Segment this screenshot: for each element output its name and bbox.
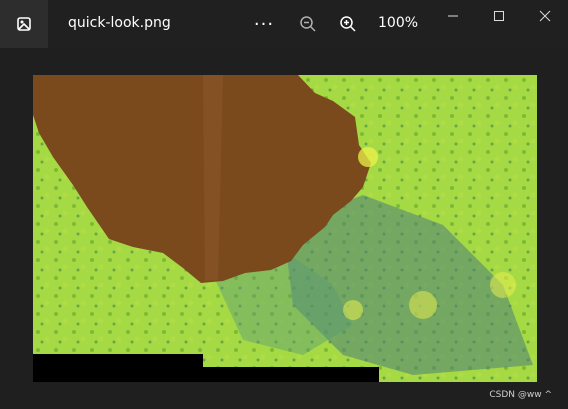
bright-patch [358, 147, 378, 167]
satellite-image [33, 75, 537, 382]
title-bar: quick-look.png ··· 100% [0, 0, 568, 48]
bright-patch [343, 300, 363, 320]
maximize-button[interactable] [476, 0, 522, 32]
file-name: quick-look.png [68, 15, 171, 31]
watermark-text: CSDN @ww ^ [489, 390, 552, 400]
zoom-in-button[interactable] [334, 10, 362, 38]
zoom-out-button[interactable] [294, 10, 322, 38]
maximize-icon [494, 11, 504, 21]
more-options-button[interactable]: ··· [250, 10, 278, 38]
close-icon [539, 10, 551, 22]
close-button[interactable] [522, 0, 568, 32]
no-data-strip [203, 367, 379, 382]
zoom-level[interactable]: 100% [378, 15, 418, 31]
minimize-icon [448, 15, 458, 17]
zoom-in-icon [340, 16, 356, 32]
bright-patch [409, 291, 437, 319]
photos-app-icon[interactable] [0, 0, 48, 48]
no-data-strip [33, 354, 203, 382]
zoom-out-icon [300, 16, 316, 32]
bright-patch [490, 272, 516, 298]
minimize-button[interactable] [430, 0, 476, 32]
